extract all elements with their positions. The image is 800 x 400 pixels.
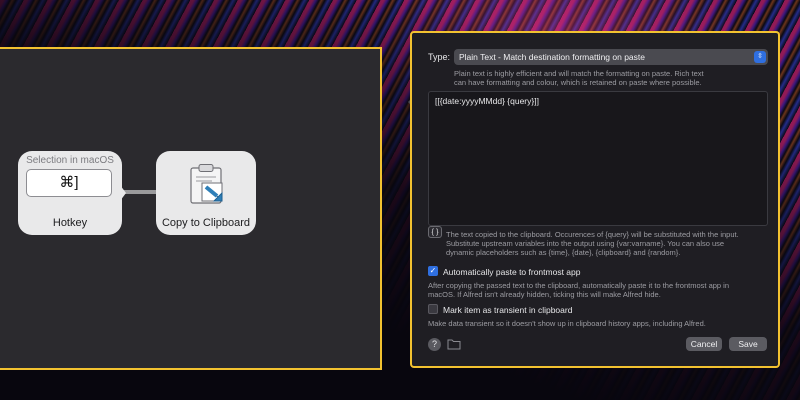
save-button[interactable]: Save [729,337,767,351]
type-label: Type: [428,52,451,62]
hotkey-node-title: Hotkey [52,217,88,229]
copy-to-clipboard-config-panel: Type: Plain Text - Match destination for… [410,31,780,368]
copy-node-title: Copy to Clipboard [161,217,251,229]
node-output-arrow [114,177,126,209]
copy-to-clipboard-node[interactable]: Copy to Clipboard [156,151,256,235]
hotkey-node[interactable]: Selection in macOS ⌘] Hotkey [18,151,122,235]
placeholder-insert-button[interactable]: { } [428,226,442,238]
clipboard-icon [190,164,223,204]
chevron-updown-icon: ⇳ [754,51,766,63]
text-help-line-3: dynamic placeholders such as {time}, {da… [446,248,681,257]
auto-paste-checkbox[interactable]: ✓ [428,266,438,276]
cancel-button[interactable]: Cancel [686,337,722,351]
transient-label[interactable]: Mark item as transient in clipboard [443,305,572,315]
auto-paste-help-line-2: macOS. If Alfred isn't already hidden, t… [428,290,661,299]
type-help-line-2: can have formatting and colour, which is… [454,78,702,87]
transient-checkbox[interactable] [428,304,438,314]
hotkey-field[interactable]: ⌘] [26,169,112,197]
hotkey-node-subtitle: Selection in macOS [26,155,114,166]
type-select[interactable]: Plain Text - Match destination formattin… [454,49,768,65]
workflow-canvas[interactable]: Selection in macOS ⌘] Hotkey Copy to Cli… [0,47,382,370]
type-select-value: Plain Text - Match destination formattin… [459,52,645,62]
clipboard-text-input[interactable]: [[{date:yyyyMMdd} {query}]] [428,91,768,226]
clipboard-text-value: [[{date:yyyyMMdd} {query}]] [435,96,539,106]
folder-icon[interactable] [447,338,461,350]
auto-paste-label[interactable]: Automatically paste to frontmost app [443,267,581,277]
transient-help: Make data transient so it doesn't show u… [428,319,706,328]
help-button[interactable]: ? [428,338,441,351]
